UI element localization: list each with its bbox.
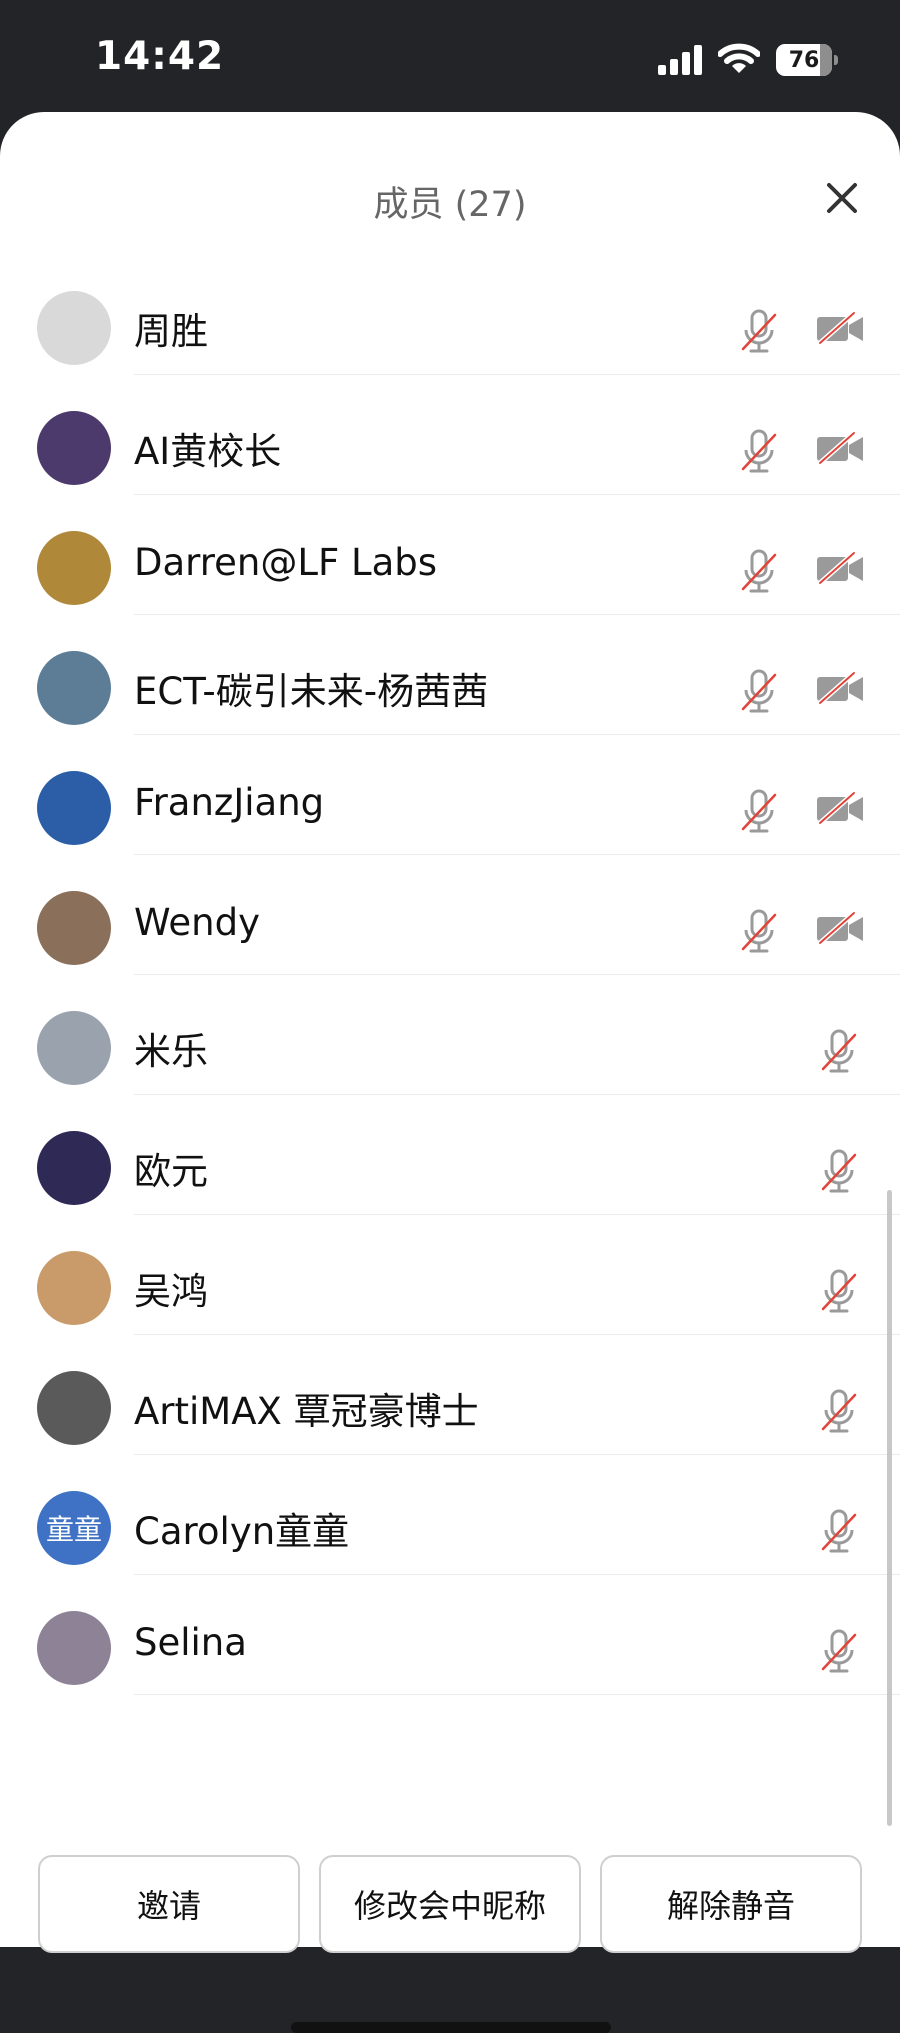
mic-off-icon[interactable]: [738, 547, 780, 595]
mic-off-icon[interactable]: [738, 307, 780, 355]
mic-off-button[interactable]: [738, 667, 780, 715]
mic-off-icon[interactable]: [738, 907, 780, 955]
avatar: [37, 1611, 111, 1685]
member-row[interactable]: ECT-碳引未来-杨茜茜: [0, 615, 900, 735]
avatar: [37, 411, 111, 485]
avatar: [37, 891, 111, 965]
avatar: [37, 291, 111, 365]
member-name: ArtiMAX 覃冠豪博士: [134, 1390, 479, 1433]
avatar: 童童: [37, 1491, 111, 1565]
avatar: [37, 1251, 111, 1325]
member-row[interactable]: 欧元: [0, 1095, 900, 1215]
avatar: [37, 1131, 111, 1205]
camera-off-button[interactable]: [816, 910, 864, 946]
members-sheet: 成员 (27) 周胜 AI黄校长 Darren@LF Labs ECT-碳引未来…: [0, 112, 900, 2033]
mic-off-button[interactable]: [738, 907, 780, 955]
wifi-icon: [718, 43, 760, 73]
member-name: AI黄校长: [134, 430, 282, 473]
member-name: Darren@LF Labs: [134, 541, 438, 584]
member-row[interactable]: Wendy: [0, 855, 900, 975]
avatar: [37, 1371, 111, 1445]
battery-indicator: 76: [776, 44, 838, 76]
member-row[interactable]: 童童 Carolyn童童: [0, 1455, 900, 1575]
member-name: ECT-碳引未来-杨茜茜: [134, 670, 489, 713]
camera-off-button[interactable]: [816, 430, 864, 466]
battery-cap: [834, 55, 838, 65]
avatar: [37, 531, 111, 605]
member-name: Selina: [134, 1621, 247, 1664]
mic-off-icon[interactable]: [738, 427, 780, 475]
mic-off-icon[interactable]: [818, 1387, 860, 1435]
camera-off-button[interactable]: [816, 550, 864, 586]
mic-off-icon[interactable]: [738, 667, 780, 715]
mic-off-button[interactable]: [818, 1147, 860, 1195]
member-row[interactable]: FranzJiang: [0, 735, 900, 855]
mic-off-icon[interactable]: [738, 787, 780, 835]
mic-off-button[interactable]: [818, 1267, 860, 1315]
battery-level: 76: [788, 47, 820, 73]
camera-off-button[interactable]: [816, 670, 864, 706]
mic-off-icon[interactable]: [818, 1147, 860, 1195]
member-row[interactable]: 吴鸿: [0, 1215, 900, 1335]
rename-button[interactable]: 修改会中昵称: [319, 1855, 581, 1953]
member-name: 周胜: [134, 310, 208, 353]
battery-body: 76: [776, 44, 832, 76]
camera-off-icon[interactable]: [816, 430, 864, 466]
member-row[interactable]: 米乐: [0, 975, 900, 1095]
avatar: [37, 1011, 111, 1085]
member-name: FranzJiang: [134, 781, 325, 824]
sheet-title: 成员 (27): [373, 185, 527, 225]
camera-off-icon[interactable]: [816, 550, 864, 586]
scrollbar[interactable]: [887, 1190, 892, 1826]
row-divider: [134, 1694, 900, 1695]
member-row[interactable]: Darren@LF Labs: [0, 495, 900, 615]
mic-off-icon[interactable]: [818, 1627, 860, 1675]
member-row[interactable]: ArtiMAX 覃冠豪博士: [0, 1335, 900, 1455]
camera-off-icon[interactable]: [816, 670, 864, 706]
mic-off-button[interactable]: [818, 1027, 860, 1075]
camera-off-icon[interactable]: [816, 910, 864, 946]
mic-off-button[interactable]: [738, 307, 780, 355]
camera-off-button[interactable]: [816, 790, 864, 826]
cellular-signal-icon: [658, 45, 702, 75]
camera-off-icon[interactable]: [816, 790, 864, 826]
avatar: [37, 771, 111, 845]
mic-off-button[interactable]: [818, 1507, 860, 1555]
mic-off-button[interactable]: [818, 1627, 860, 1675]
mic-off-button[interactable]: [818, 1387, 860, 1435]
unmute-button[interactable]: 解除静音: [600, 1855, 862, 1953]
member-name: 欧元: [134, 1150, 208, 1193]
member-row[interactable]: 周胜: [0, 255, 900, 375]
avatar: [37, 651, 111, 725]
close-icon[interactable]: [824, 180, 860, 216]
mic-off-button[interactable]: [738, 427, 780, 475]
status-bar: 14:42 76: [0, 0, 900, 115]
mic-off-icon[interactable]: [818, 1507, 860, 1555]
camera-off-icon[interactable]: [816, 310, 864, 346]
mic-off-button[interactable]: [738, 787, 780, 835]
member-name: Carolyn童童: [134, 1510, 350, 1553]
home-indicator: [291, 2022, 611, 2033]
member-name: Wendy: [134, 901, 261, 944]
camera-off-button[interactable]: [816, 310, 864, 346]
member-row[interactable]: AI黄校长: [0, 375, 900, 495]
member-name: 吴鸿: [134, 1270, 208, 1313]
member-name: 米乐: [134, 1030, 208, 1073]
mic-off-icon[interactable]: [818, 1267, 860, 1315]
member-row[interactable]: Selina: [0, 1575, 900, 1695]
mic-off-button[interactable]: [738, 547, 780, 595]
status-time: 14:42: [95, 34, 225, 79]
mic-off-icon[interactable]: [818, 1027, 860, 1075]
invite-button[interactable]: 邀请: [38, 1855, 300, 1953]
